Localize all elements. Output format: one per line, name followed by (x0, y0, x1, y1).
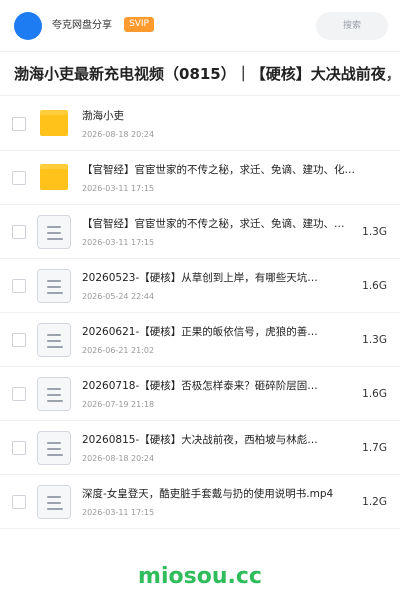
item-name: 深度-女皇登天，酷吏脏手套戴与扔的使用说明书.mp4 (82, 488, 334, 500)
file-icon (37, 269, 71, 303)
list-item[interactable]: 20260815-【硬核】大决战前夜，西柏坡与林彪… 2026-08-18 20:… (0, 421, 400, 475)
avatar[interactable] (14, 12, 42, 40)
item-size: 1.6G (362, 388, 387, 400)
title-fade (386, 53, 400, 95)
row-checkbox[interactable] (12, 225, 26, 239)
item-date: 2026-03-11 17:15 (82, 508, 155, 517)
folder-title-bar: 渤海小吏最新充电视频（0815）｜【硬核】大决战前夜，西 (0, 53, 400, 96)
search-input[interactable]: 搜索 (316, 12, 388, 40)
folder-icon (40, 164, 68, 190)
file-icon (37, 431, 71, 465)
file-icon (37, 485, 71, 519)
item-date: 2026-03-11 17:15 (82, 238, 155, 247)
item-date: 2026-08-18 20:24 (82, 130, 155, 139)
item-size: 1.2G (362, 496, 387, 508)
list-item[interactable]: 深度-女皇登天，酷吏脏手套戴与扔的使用说明书.mp4 2026-03-11 17:… (0, 475, 400, 529)
row-checkbox[interactable] (12, 279, 26, 293)
item-size: 1.3G (362, 226, 387, 238)
list-item[interactable]: 【官智经】官宦世家的不传之秘，求迁、免谪、建功、化… 2026-03-11 17:… (0, 205, 400, 259)
item-size: 1.6G (362, 280, 387, 292)
item-name: 20260621-【硬核】正果的皈依信号，虎狼的善… (82, 326, 318, 338)
row-checkbox[interactable] (12, 387, 26, 401)
item-date: 2026-07-19 21:18 (82, 400, 155, 409)
item-name: 【官智经】官宦世家的不传之秘，求迁、免谪、建功、化… (82, 164, 355, 176)
list-item[interactable]: 渤海小吏 2026-08-18 20:24 (0, 97, 400, 151)
item-date: 2026-06-21 21:02 (82, 346, 155, 355)
list-item[interactable]: 【官智经】官宦世家的不传之秘，求迁、免谪、建功、化… 2026-03-11 17:… (0, 151, 400, 205)
folder-title: 渤海小吏最新充电视频（0815）｜【硬核】大决战前夜，西 (14, 65, 400, 83)
item-name: 20260815-【硬核】大决战前夜，西柏坡与林彪… (82, 434, 318, 446)
item-name: 【官智经】官宦世家的不传之秘，求迁、免谪、建功、化… (82, 218, 352, 230)
brand-label: 夸克网盘分享 (52, 20, 112, 31)
file-list: 渤海小吏 2026-08-18 20:24 【官智经】官宦世家的不传之秘，求迁、免谪… (0, 97, 400, 529)
row-checkbox[interactable] (12, 495, 26, 509)
item-size: 1.7G (362, 442, 387, 454)
row-checkbox[interactable] (12, 171, 26, 185)
item-date: 2026-03-11 17:15 (82, 184, 155, 193)
svip-badge: SVIP (124, 17, 154, 32)
item-size: 1.3G (362, 334, 387, 346)
row-checkbox[interactable] (12, 117, 26, 131)
list-item[interactable]: 20260621-【硬核】正果的皈依信号，虎狼的善… 2026-06-21 21:… (0, 313, 400, 367)
item-name: 20260523-【硬核】从草创到上岸，有哪些天坑… (82, 272, 318, 284)
item-name: 渤海小吏 (82, 110, 124, 122)
file-icon (37, 377, 71, 411)
file-icon (37, 215, 71, 249)
item-date: 2026-05-24 22:44 (82, 292, 155, 301)
row-checkbox[interactable] (12, 333, 26, 347)
watermark: miosou.cc (138, 564, 262, 589)
item-name: 20260718-【硬核】否极怎样泰来？砸碎阶层固… (82, 380, 318, 392)
file-icon (37, 323, 71, 357)
list-item[interactable]: 20260523-【硬核】从草创到上岸，有哪些天坑… 2026-05-24 22:… (0, 259, 400, 313)
list-item[interactable]: 20260718-【硬核】否极怎样泰来？砸碎阶层固… 2026-07-19 21:… (0, 367, 400, 421)
item-date: 2026-08-18 20:24 (82, 454, 155, 463)
folder-icon (40, 110, 68, 136)
row-checkbox[interactable] (12, 441, 26, 455)
top-bar: 夸克网盘分享 SVIP 搜索 (0, 0, 400, 52)
